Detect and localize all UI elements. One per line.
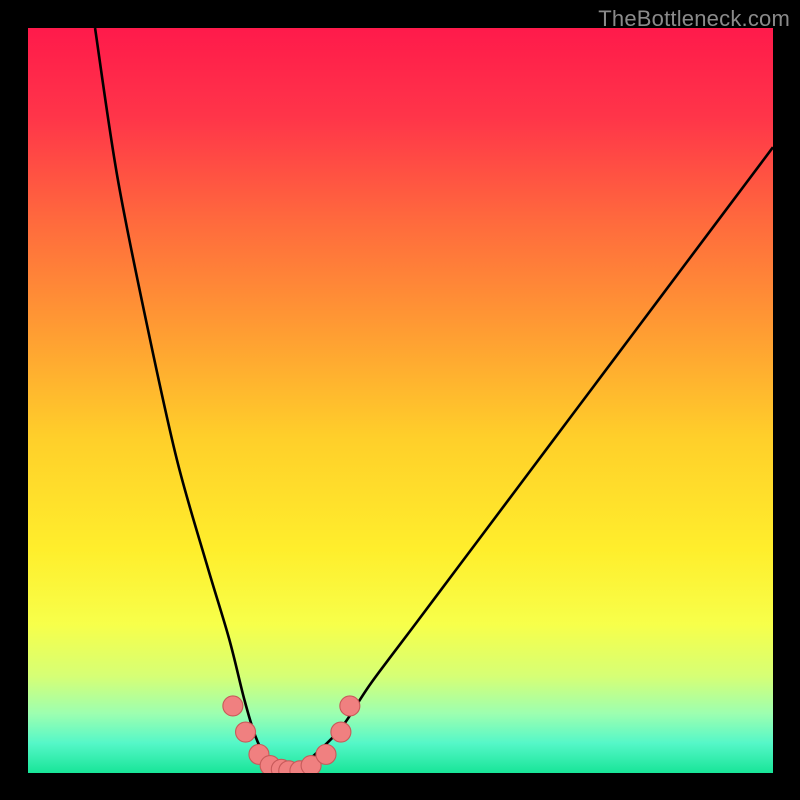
highlight-markers	[223, 696, 360, 773]
curve-layer	[28, 28, 773, 773]
marker-dot	[223, 696, 243, 716]
marker-dot	[331, 722, 351, 742]
marker-dot	[236, 722, 256, 742]
plot-area	[28, 28, 773, 773]
watermark-text: TheBottleneck.com	[598, 6, 790, 32]
bottleneck-curve	[95, 28, 773, 773]
marker-dot	[340, 696, 360, 716]
marker-dot	[316, 744, 336, 764]
chart-frame: TheBottleneck.com	[0, 0, 800, 800]
